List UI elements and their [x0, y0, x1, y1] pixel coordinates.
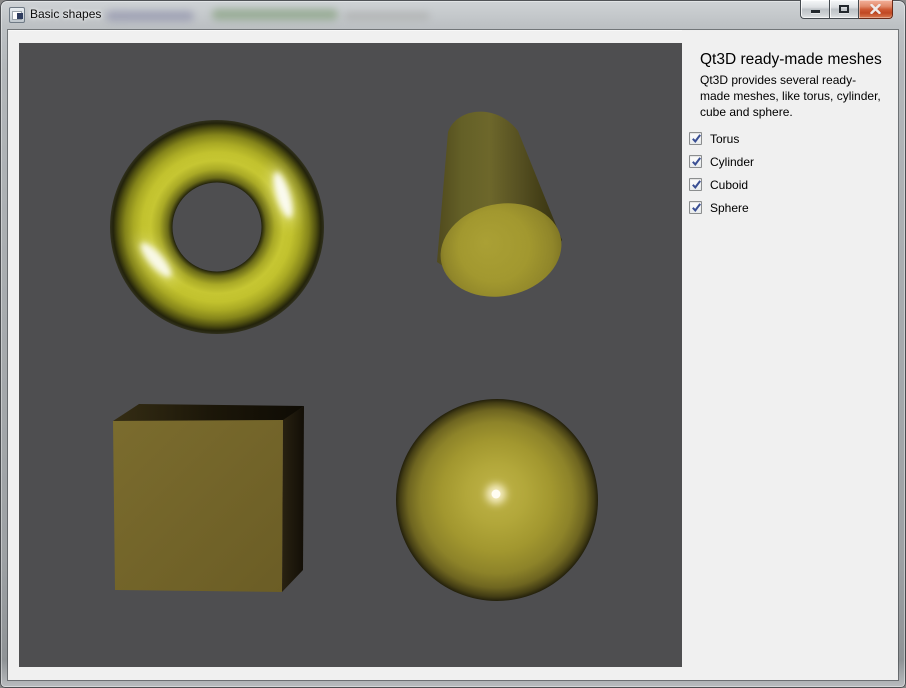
check-icon: [690, 178, 703, 191]
check-icon: [690, 201, 703, 214]
titlebar-glass-smudge: [106, 11, 194, 21]
window-title: Basic shapes: [30, 0, 101, 30]
titlebar[interactable]: Basic shapes: [0, 0, 906, 30]
checkbox-label: Cylinder: [710, 155, 754, 169]
checkbox-row-sphere[interactable]: Sphere: [689, 201, 898, 214]
sphere-mesh: [396, 399, 598, 601]
minimize-icon: [811, 10, 820, 13]
maximize-icon: [839, 5, 849, 13]
close-icon: [870, 4, 881, 14]
titlebar-glass-smudge: [344, 12, 430, 20]
checkbox-cuboid[interactable]: [689, 178, 702, 191]
checkbox-row-cuboid[interactable]: Cuboid: [689, 178, 898, 191]
check-icon: [690, 132, 703, 145]
cuboid-mesh: [113, 404, 304, 592]
checkbox-label: Torus: [710, 132, 739, 146]
close-button[interactable]: [859, 0, 893, 19]
checkbox-cylinder[interactable]: [689, 155, 702, 168]
app-icon-block-glyph: [17, 13, 23, 19]
checkbox-row-torus[interactable]: Torus: [689, 132, 898, 145]
minimize-button[interactable]: [800, 0, 829, 19]
check-icon: [690, 155, 703, 168]
3d-viewport[interactable]: [19, 43, 682, 667]
panel-description: Qt3D provides several ready-made meshes,…: [700, 72, 884, 120]
client-area: Qt3D ready-made meshes Qt3D provides sev…: [8, 30, 898, 680]
checkbox-torus[interactable]: [689, 132, 702, 145]
torus-mesh: [110, 120, 324, 334]
titlebar-glass-smudge: [212, 9, 338, 20]
checkbox-label: Sphere: [710, 201, 749, 215]
maximize-button[interactable]: [829, 0, 859, 19]
panel-heading: Qt3D ready-made meshes: [700, 51, 890, 69]
caption-buttons: [800, 0, 893, 19]
mesh-checkbox-list: Torus Cylinder Cuboid: [689, 132, 898, 214]
control-panel: Qt3D ready-made meshes Qt3D provides sev…: [682, 30, 898, 680]
checkbox-row-cylinder[interactable]: Cylinder: [689, 155, 898, 168]
app-icon: [9, 7, 25, 23]
checkbox-label: Cuboid: [710, 178, 748, 192]
app-window: Basic shapes: [0, 0, 906, 688]
checkbox-sphere[interactable]: [689, 201, 702, 214]
